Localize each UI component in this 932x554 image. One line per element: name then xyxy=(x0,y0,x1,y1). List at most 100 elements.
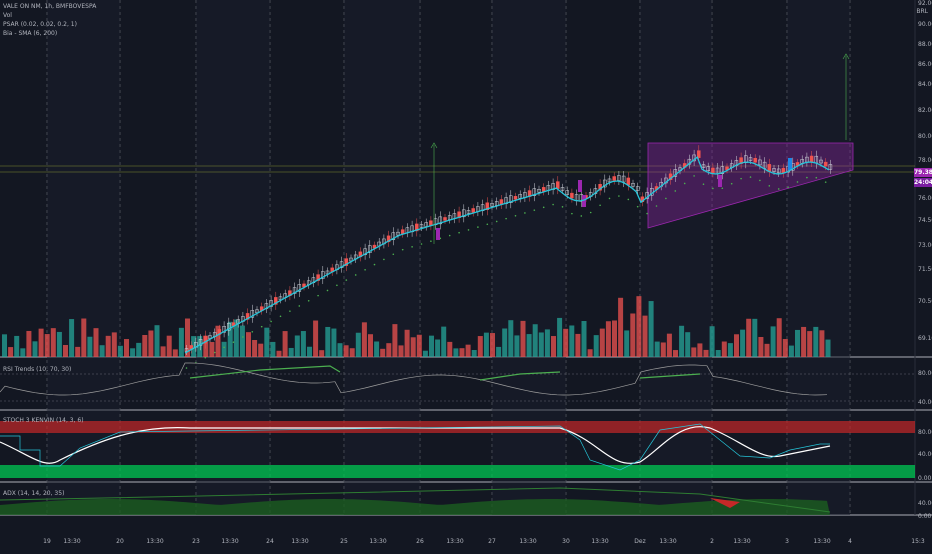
price-axis-label: 86.00 xyxy=(918,61,932,68)
psar-dot xyxy=(467,229,470,231)
psar-dot xyxy=(514,215,517,217)
volume-bar xyxy=(630,313,636,357)
session-shade xyxy=(47,0,120,515)
adx-axis-label: 0.00 xyxy=(918,513,932,520)
legend-volume[interactable]: Vol xyxy=(3,11,96,20)
legend-bia[interactable]: Bia - SMA (6, 200) xyxy=(3,29,96,38)
volume-bar xyxy=(435,339,441,357)
psar-dot xyxy=(279,315,282,318)
psar-dot xyxy=(749,176,752,178)
volume-bar xyxy=(410,337,416,357)
countdown-tag: 24:04 xyxy=(914,178,932,187)
price-axis-label: 73.00 xyxy=(918,242,932,249)
legend-psar[interactable]: PSAR (0.02, 0.02, 0.2, 1) xyxy=(3,20,96,29)
volume-bar xyxy=(331,328,337,357)
session-shade xyxy=(344,0,420,515)
volume-bar xyxy=(770,326,776,357)
psar-dot xyxy=(683,182,686,185)
time-axis-label: 3 xyxy=(785,538,789,545)
session-shade xyxy=(640,0,712,515)
volume-bar xyxy=(392,324,398,357)
volume-bar xyxy=(93,328,99,357)
psar-dot xyxy=(552,203,554,206)
volume-bar xyxy=(514,335,520,357)
psar-dot xyxy=(787,186,789,188)
psar-dot xyxy=(580,215,583,217)
volume-bar xyxy=(587,349,593,357)
volume-bar xyxy=(349,348,355,357)
price-axis-label: 80.00 xyxy=(918,133,932,140)
volume-bar xyxy=(776,318,782,357)
adx-pane-label[interactable]: ADX (14, 14, 20, 35) xyxy=(3,490,64,497)
time-axis-label: 13:30 xyxy=(659,538,676,545)
volume-bar xyxy=(813,326,819,357)
volume-bar xyxy=(666,333,672,357)
psar-dot xyxy=(411,246,413,248)
psar-dot xyxy=(721,187,724,190)
time-axis-label: 4 xyxy=(848,538,852,545)
volume-bar xyxy=(56,331,62,357)
volume-bar xyxy=(270,341,276,357)
volume-bar xyxy=(532,324,538,357)
volume-bar xyxy=(361,322,367,357)
volume-bar xyxy=(679,325,685,357)
psar-dot xyxy=(636,205,639,208)
volume-bar xyxy=(239,325,245,357)
volume-bar xyxy=(453,348,459,357)
psar-dot xyxy=(806,176,808,179)
price-axis-label: 92.00 xyxy=(918,0,932,7)
psar-dot xyxy=(571,212,573,215)
highlight-candle xyxy=(578,180,582,192)
candle-body xyxy=(626,177,631,186)
rsi-axis-label: 40.00 xyxy=(918,399,932,406)
volume-bar xyxy=(209,342,215,357)
price-axis-label: 69.10 xyxy=(918,335,932,342)
volume-bar xyxy=(422,350,428,357)
psar-dot xyxy=(213,351,216,354)
volume-bar xyxy=(276,350,282,357)
chart-svg[interactable]: 19 13:30 20 13:30 23 13:30 24 13:30 25 13:30 26 13:… xyxy=(0,0,932,550)
psar-dot xyxy=(608,197,611,200)
rsi-axis-label: 80.00 xyxy=(918,370,932,377)
volume-bar xyxy=(69,319,75,357)
psar-dot xyxy=(627,198,630,201)
rsi-pane-label[interactable]: RSI Trends (10, 70, 30) xyxy=(3,366,71,373)
chart-canvas[interactable]: 19 13:30 20 13:30 23 13:30 24 13:30 25 13:30 26 13:… xyxy=(0,0,932,550)
psar-dot xyxy=(364,268,366,271)
legend: VALE ON NM, 1h, BMFBOVESPA Vol PSAR (0.0… xyxy=(3,2,96,38)
stoch-pane-label[interactable]: STOCH 3 KENVIN (14, 3, 6) xyxy=(3,417,84,424)
volume-bar xyxy=(605,321,611,357)
volume-bar xyxy=(673,350,678,357)
volume-bar xyxy=(325,326,331,357)
psar-dot xyxy=(251,331,254,333)
psar-dot xyxy=(693,175,695,177)
legend-symbol[interactable]: VALE ON NM, 1h, BMFBOVESPA xyxy=(3,2,96,11)
time-axis-label: 2 xyxy=(710,538,714,545)
highlight-candle xyxy=(436,228,440,240)
volume-bar xyxy=(2,334,7,357)
volume-bar xyxy=(654,341,660,357)
psar-dot xyxy=(289,310,291,312)
volume-bar xyxy=(520,320,526,357)
volume-bar xyxy=(563,328,569,357)
volume-bar xyxy=(618,297,624,357)
volume-bar xyxy=(624,330,630,357)
time-axis-label: 20 xyxy=(116,538,124,545)
volume-bar xyxy=(471,349,477,357)
candle-body xyxy=(570,192,574,199)
highlight-candle xyxy=(718,175,722,187)
psar-dot xyxy=(458,231,460,234)
psar-dot xyxy=(448,234,451,237)
volume-bar xyxy=(221,341,227,357)
volume-bar xyxy=(526,334,532,357)
psar-dot xyxy=(317,294,319,297)
psar-dot xyxy=(326,289,329,292)
volume-bar xyxy=(75,346,81,357)
volume-bar xyxy=(496,346,502,357)
candle-body xyxy=(612,176,616,181)
candle-body xyxy=(753,158,757,163)
price-axis-label: 82.00 xyxy=(918,107,932,114)
psar-dot xyxy=(646,212,648,215)
candle-body xyxy=(541,187,546,192)
psar-dot xyxy=(796,181,799,183)
